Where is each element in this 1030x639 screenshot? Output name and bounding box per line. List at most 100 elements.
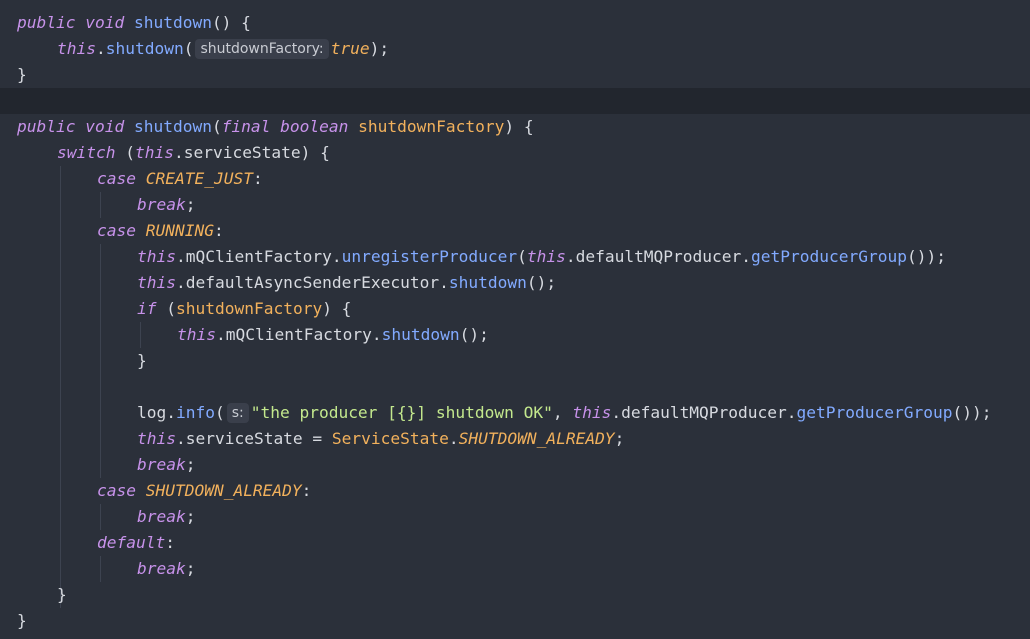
enum-constant: CREATE_JUST bbox=[145, 169, 253, 188]
punctuation-token: , bbox=[552, 403, 573, 422]
keyword-token: default bbox=[97, 533, 166, 552]
punctuation-token: : bbox=[252, 169, 263, 188]
method-call-token: info bbox=[175, 403, 215, 422]
code-line-10[interactable]: this.defaultAsyncSenderExecutor.shutdown… bbox=[0, 270, 1030, 296]
punctuation-token: ; bbox=[185, 559, 196, 578]
punctuation-token: ); bbox=[369, 39, 390, 58]
this-keyword: this bbox=[177, 325, 216, 344]
field-token: .mQClientFactory. bbox=[215, 325, 382, 344]
code-line-6[interactable]: case CREATE_JUST: bbox=[0, 166, 1030, 192]
punctuation-token: ( bbox=[183, 39, 194, 58]
field-token: .serviceState = bbox=[175, 429, 332, 448]
code-line-16[interactable]: break; bbox=[0, 452, 1030, 478]
punctuation-token: ; bbox=[614, 429, 625, 448]
keyword-token: case bbox=[97, 169, 136, 188]
keyword-token: public bbox=[17, 13, 76, 32]
punctuation-token: ( bbox=[115, 143, 135, 162]
parameter-token: shutdownFactory bbox=[358, 117, 505, 136]
punctuation-token: ( bbox=[214, 403, 225, 422]
method-name-token: shutdown bbox=[133, 13, 212, 32]
field-token: .mQClientFactory. bbox=[175, 247, 342, 266]
code-line-15[interactable]: this.serviceState = ServiceState.SHUTDOW… bbox=[0, 426, 1030, 452]
punctuation-token: ( bbox=[517, 247, 527, 266]
punctuation-token: ; bbox=[185, 195, 196, 214]
code-line-1[interactable]: public void shutdown() { bbox=[0, 10, 1030, 36]
code-line-22[interactable]: } bbox=[0, 608, 1030, 634]
code-line-18[interactable]: break; bbox=[0, 504, 1030, 530]
punctuation-token: : bbox=[301, 481, 312, 500]
keyword-token: if bbox=[137, 299, 157, 318]
keyword-token: public bbox=[17, 117, 76, 136]
code-line-14[interactable]: log.info(s: "the producer [{}] shutdown O… bbox=[0, 400, 1030, 426]
closing-brace: } bbox=[137, 351, 147, 370]
parameter-hint: s: bbox=[226, 403, 249, 423]
punctuation-token: () { bbox=[211, 13, 251, 32]
punctuation-token: . bbox=[448, 429, 459, 448]
code-editor[interactable]: public void shutdown() { this.shutdown(s… bbox=[0, 0, 1030, 639]
method-call-token: unregisterProducer bbox=[341, 247, 518, 266]
punctuation-token: ( bbox=[156, 299, 176, 318]
parameter-hint: shutdownFactory: bbox=[195, 39, 329, 59]
method-call-token: shutdown bbox=[105, 39, 184, 58]
code-line-9[interactable]: this.mQClientFactory.unregisterProducer(… bbox=[0, 244, 1030, 270]
code-line-20[interactable]: break; bbox=[0, 556, 1030, 582]
keyword-token: case bbox=[97, 221, 136, 240]
punctuation-token: : bbox=[213, 221, 224, 240]
boolean-literal: true bbox=[330, 39, 370, 58]
keyword-token: boolean bbox=[280, 117, 349, 136]
closing-brace: } bbox=[57, 585, 67, 604]
punctuation-token: (); bbox=[526, 273, 557, 292]
this-keyword: this bbox=[57, 39, 96, 58]
punctuation-token: . bbox=[95, 39, 106, 58]
keyword-token: void bbox=[85, 117, 125, 136]
code-line-11[interactable]: if (shutdownFactory) { bbox=[0, 296, 1030, 322]
method-name-token: shutdown bbox=[133, 117, 212, 136]
keyword-token: case bbox=[97, 481, 136, 500]
method-call-token: shutdown bbox=[381, 325, 460, 344]
keyword-token: break bbox=[137, 195, 186, 214]
punctuation-token: (); bbox=[459, 325, 489, 344]
method-separator-band bbox=[0, 88, 1030, 114]
method-call-token: shutdown bbox=[448, 273, 527, 292]
punctuation-token: ) { bbox=[322, 299, 352, 318]
keyword-token: final bbox=[221, 117, 271, 136]
keyword-token: break bbox=[137, 455, 186, 474]
code-line-19[interactable]: default: bbox=[0, 530, 1030, 556]
code-line-7[interactable]: break; bbox=[0, 192, 1030, 218]
field-token: .defaultAsyncSenderExecutor. bbox=[175, 273, 449, 292]
field-token: log. bbox=[137, 403, 176, 422]
code-line-5[interactable]: switch (this.serviceState) { bbox=[0, 140, 1030, 166]
code-line-13[interactable]: } bbox=[0, 348, 1030, 374]
method-call-token: getProducerGroup bbox=[751, 247, 907, 266]
this-keyword: this bbox=[572, 403, 612, 422]
punctuation-token: ()); bbox=[906, 247, 946, 266]
punctuation-token: ( bbox=[211, 117, 222, 136]
code-line-8[interactable]: case RUNNING: bbox=[0, 218, 1030, 244]
field-token: .defaultMQProducer. bbox=[565, 247, 752, 266]
punctuation-token: : bbox=[165, 533, 175, 552]
code-line-21[interactable]: } bbox=[0, 582, 1030, 608]
code-line-17[interactable]: case SHUTDOWN_ALREADY: bbox=[0, 478, 1030, 504]
code-line-12[interactable]: this.mQClientFactory.shutdown(); bbox=[0, 322, 1030, 348]
enum-constant: RUNNING bbox=[145, 221, 214, 240]
code-line-4[interactable]: public void shutdown(final boolean shutd… bbox=[0, 114, 1030, 140]
closing-brace: } bbox=[17, 65, 27, 84]
code-line-3[interactable]: } bbox=[0, 62, 1030, 88]
punctuation-token: ; bbox=[185, 507, 196, 526]
field-token: .defaultMQProducer. bbox=[611, 403, 797, 422]
this-keyword: this bbox=[137, 429, 176, 448]
string-literal: "the producer [{}] shutdown OK" bbox=[250, 403, 553, 422]
punctuation-token: ; bbox=[185, 455, 196, 474]
class-name-token: ServiceState bbox=[331, 429, 449, 448]
code-line-2[interactable]: this.shutdown(shutdownFactory: true); bbox=[0, 36, 1030, 62]
method-call-token: getProducerGroup bbox=[796, 403, 953, 422]
